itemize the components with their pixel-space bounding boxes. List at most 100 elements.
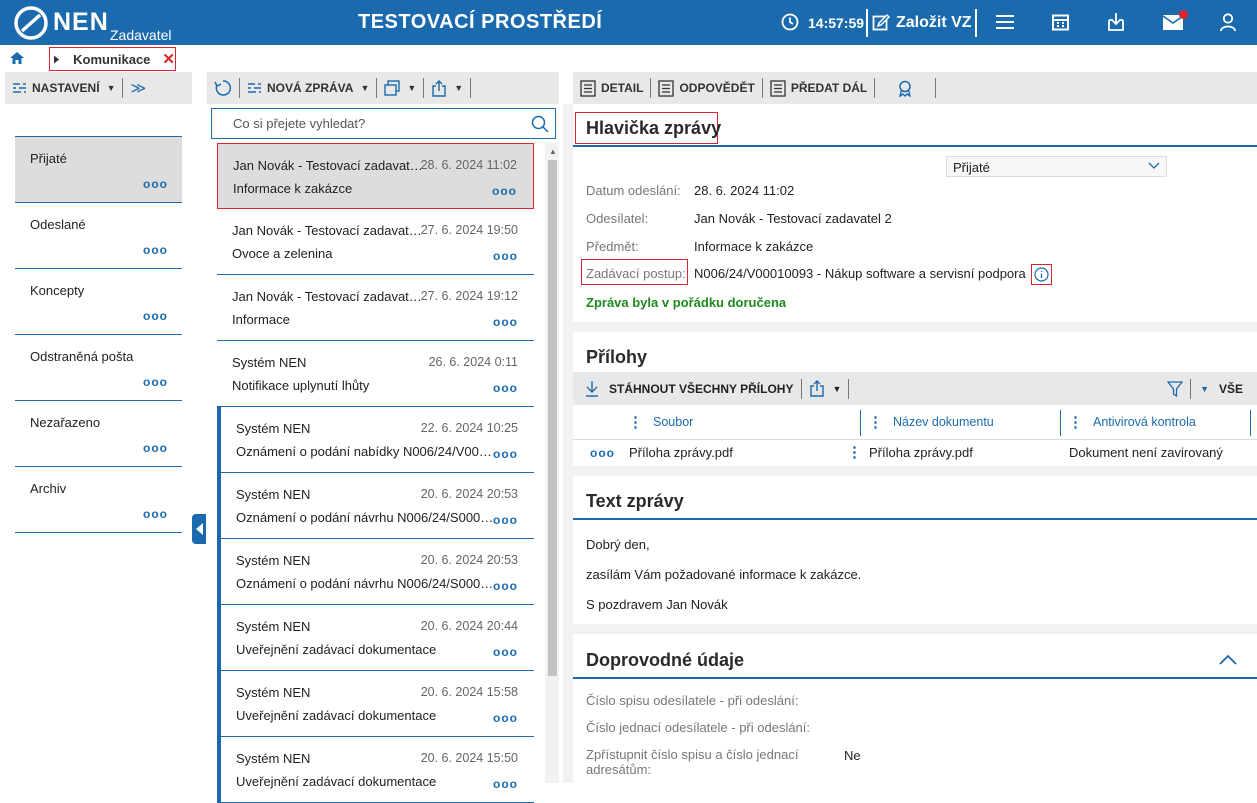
message-menu-icon[interactable]: ooo [493,447,518,461]
table-row[interactable]: ooo Příloha zprávy.pdf ⋮ Příloha zprávy.… [573,440,1257,466]
inbox-icon[interactable] [1107,12,1125,32]
date-sent-label: Datum odeslání: [586,183,681,198]
search-icon[interactable] [531,115,549,133]
chevron-up-icon[interactable] [1219,654,1237,665]
message-list-item[interactable]: Systém NEN 22. 6. 2024 10:25 Oznámení o po… [217,407,534,473]
divider [573,145,1257,147]
divider [935,78,937,98]
message-list-item[interactable]: Systém NEN 20. 6. 2024 15:58 Uveřejnění za… [217,671,534,737]
delivery-status: Zpráva byla v pořádku doručena [586,295,787,310]
procedure-info-button[interactable] [1031,264,1052,285]
folder-item[interactable]: Nezařazeno ooo [15,400,182,466]
message-subject: Notifikace uplynutí lhůty [232,378,370,393]
export-menu-button[interactable]: ▼ [424,77,470,99]
edit-icon [872,14,890,31]
close-tab-icon[interactable]: ✕ [162,50,175,68]
copy-menu-button[interactable]: ▼ [377,77,423,99]
refresh-button[interactable] [207,77,239,99]
folder-menu-icon[interactable]: ooo [143,309,168,323]
message-menu-icon[interactable]: ooo [493,711,518,725]
reply-label: ODPOVĚDĚT [679,81,755,95]
filter-all-button[interactable]: ▼ VŠE [1191,378,1257,400]
message-list-item[interactable]: Systém NEN 20. 6. 2024 15:50 Uveřejnění za… [217,737,534,803]
row-menu-icon[interactable]: ooo [590,446,615,460]
scroll-up-arrow[interactable]: ▲ [549,147,557,156]
clock-time: 14:57:59 [808,15,865,31]
detail-button[interactable]: DETAIL [573,77,650,99]
folder-menu-icon[interactable]: ooo [143,375,168,389]
chevron-down-icon [1148,162,1160,169]
user-icon[interactable] [1220,13,1236,32]
menu-icon[interactable] [996,14,1014,30]
message-menu-icon[interactable]: ooo [493,777,518,791]
subject-value: Informace k zakázce [694,239,814,254]
message-menu-icon[interactable]: ooo [493,249,518,263]
download-all-button[interactable]: STÁHNOUT VŠECHNY PŘÍLOHY [573,378,801,400]
reply-button[interactable]: ODPOVĚDĚT [651,77,761,99]
column-header-name[interactable]: ⋮ Název dokumentu [868,405,994,439]
scrollbar-thumb[interactable] [548,160,557,676]
message-menu-icon[interactable]: ooo [493,579,518,593]
certificate-button[interactable] [875,77,935,99]
message-menu-icon[interactable]: ooo [493,381,518,395]
folder-item[interactable]: Archiv ooo [15,466,182,532]
message-menu-icon[interactable]: ooo [493,513,518,527]
attachment-file-cell[interactable]: Příloha zprávy.pdf [629,445,733,460]
folder-name: Koncepty [30,283,85,298]
calendar-icon[interactable] [1052,14,1069,31]
message-sender: Jan Novák - Testovací zadavatel 2 [233,158,423,173]
message-menu-icon[interactable]: ooo [493,315,518,329]
settings-button[interactable]: NASTAVENÍ ▼ [5,77,122,99]
folder-menu-icon[interactable]: ooo [143,243,168,257]
accompanying-data-card: Doprovodné údaje Číslo spisu odesílatele… [573,634,1257,783]
message-list-item[interactable]: Systém NEN 20. 6. 2024 20:44 Uveřejnění za… [217,605,534,671]
message-list-item[interactable]: Systém NEN 20. 6. 2024 20:53 Oznámení o po… [217,539,534,605]
attachment-av-cell: Dokument není zavirovaný [1069,445,1223,460]
column-header-name-label: Název dokumentu [893,415,994,429]
folder-name: Odstraněná pošta [30,349,134,364]
folder-item[interactable]: Koncepty ooo [15,268,182,334]
message-text-line: zasílám Vám požadované informace k zakáz… [586,567,862,582]
caret-right-icon [54,55,60,63]
message-list-item[interactable]: Jan Novák - Testovací zadavatel 2 27. 6. … [217,275,534,341]
cell-menu-icon[interactable]: ⋮ [847,443,862,461]
sliders-icon [13,83,26,93]
message-menu-icon[interactable]: ooo [492,184,517,198]
detail-toolbar: DETAIL ODPOVĚDĚT PŘEDAT DÁL [573,72,1257,104]
folder-name: Přijaté [30,151,67,166]
message-detail-panel: Hlavička zprávy Přijaté Datum odeslání: … [563,104,1257,783]
message-text-card: Text zprávy Dobrý den, zasílám Vám požad… [573,476,1257,624]
new-vz-button[interactable]: Založit VZ [872,11,972,35]
expand-panel-button[interactable]: ≫ [123,77,153,99]
breadcrumb-tab-komunikace[interactable]: Komunikace ✕ [49,47,176,71]
message-list-item[interactable]: Jan Novák - Testovací zadavatel 2 28. 6. … [217,143,534,209]
home-icon[interactable] [9,51,25,65]
message-list-item[interactable]: Jan Novák - Testovací zadavatel 2 27. 6. … [217,209,534,275]
folder-item[interactable]: Odstraněná pošta ooo [15,334,182,400]
divider [1060,410,1061,436]
message-subject: Informace k zakázce [233,181,353,196]
collapse-panel-button[interactable] [192,514,206,544]
message-date: 20. 6. 2024 15:58 [420,685,518,699]
new-message-button[interactable]: NOVÁ ZPRÁVA ▼ [240,77,376,99]
folder-menu-icon[interactable]: ooo [143,177,168,191]
folder-select[interactable]: Přijaté [946,156,1167,177]
message-list-item[interactable]: Systém NEN 20. 6. 2024 20:53 Oznámení o po… [217,473,534,539]
message-menu-icon[interactable]: ooo [493,645,518,659]
column-header-file[interactable]: ⋮ Soubor [628,405,693,439]
attachment-export-button[interactable]: ▼ [802,378,848,400]
forward-button[interactable]: PŘEDAT DÁL [763,77,874,99]
brand-name: NEN [53,8,109,36]
folder-item[interactable]: Přijaté ooo [15,136,182,202]
sender-label: Odesílatel: [586,211,649,226]
message-list-item[interactable]: Systém NEN 26. 6. 2024 0:11 Notifikace upl… [217,341,534,407]
search-input[interactable] [212,109,522,138]
folder-item[interactable]: Odeslané ooo [15,202,182,268]
folder-menu-icon[interactable]: ooo [143,507,168,521]
filter-button[interactable] [1160,378,1190,400]
column-header-antivirus[interactable]: ⋮ Antivirová kontrola [1068,405,1196,439]
detail-label: DETAIL [601,81,644,95]
message-sender: Systém NEN [236,553,311,568]
folder-menu-icon[interactable]: ooo [143,441,168,455]
procedure-value[interactable]: N006/24/V00010093 - Nákup software a ser… [694,266,1026,281]
